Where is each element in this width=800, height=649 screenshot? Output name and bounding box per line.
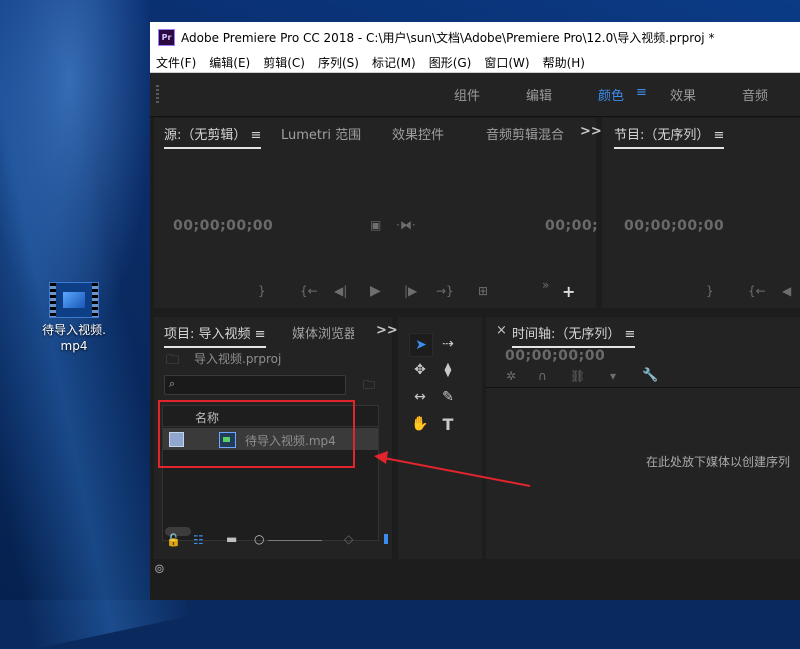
type-tool-icon[interactable]: T bbox=[437, 413, 459, 435]
status-bar: ⊚ bbox=[150, 559, 800, 600]
menu-bar: 文件(F) 编辑(E) 剪辑(C) 序列(S) 标记(M) 图形(G) 窗口(W… bbox=[150, 52, 800, 73]
timeline-panel: × 时间轴:（无序列） ≡ 00;00;00;00 ✲ ∩ ⛓ ▾ 🔧 在此处放… bbox=[486, 317, 800, 559]
export-frame-icon[interactable]: ⊞ bbox=[478, 284, 488, 298]
workspace-audio[interactable]: 音频 bbox=[742, 85, 768, 104]
tab-effect-controls[interactable]: 效果控件 bbox=[392, 124, 444, 143]
project-search-input[interactable]: ⌕ bbox=[164, 375, 346, 395]
tab-timeline[interactable]: 时间轴:（无序列） ≡ bbox=[512, 323, 636, 348]
mark-out-icon[interactable]: } bbox=[258, 284, 266, 298]
tab-source[interactable]: 源:（无剪辑） ≡ bbox=[164, 124, 262, 149]
timeline-timecode[interactable]: 00;00;00;00 bbox=[505, 348, 605, 364]
razor-tool-icon[interactable]: ⧫ bbox=[437, 359, 459, 381]
zoom-slider-icon[interactable]: ○ bbox=[254, 532, 264, 546]
lock-icon[interactable]: 🔓 bbox=[166, 533, 181, 547]
linked-selection-icon[interactable]: ⛓ bbox=[570, 369, 585, 383]
premiere-window: Pr Adobe Premiere Pro CC 2018 - C:\用户\su… bbox=[150, 22, 800, 600]
menu-marker[interactable]: 标记(M) bbox=[372, 54, 416, 71]
workspace-editing[interactable]: 编辑 bbox=[526, 85, 552, 104]
video-file-icon bbox=[49, 282, 99, 318]
search-icon: ⌕ bbox=[169, 377, 176, 390]
more-controls-icon[interactable]: » bbox=[542, 278, 549, 292]
program-monitor-panel: 节目:（无序列） ≡ 00;00;00;00 } {← ◀ bbox=[602, 118, 800, 308]
tab-program[interactable]: 节目:（无序列） ≡ bbox=[614, 124, 725, 149]
timeline-divider bbox=[486, 387, 800, 388]
new-bin-from-search-icon[interactable]: 🗀 bbox=[363, 376, 375, 397]
workspace-bar: 组件 编辑 颜色 ≡ 效果 音频 bbox=[150, 73, 800, 117]
go-to-out-icon[interactable]: →} bbox=[436, 284, 454, 298]
sort-icon[interactable]: ◇ bbox=[344, 532, 353, 546]
program-mark-out-icon[interactable]: } bbox=[706, 284, 714, 298]
program-timecode[interactable]: 00;00;00;00 bbox=[624, 218, 724, 234]
timeline-close-icon[interactable]: × bbox=[496, 323, 507, 338]
timeline-drop-hint: 在此处放下媒体以创建序列 bbox=[646, 455, 791, 469]
project-overflow-icon[interactable]: >> bbox=[376, 323, 398, 338]
source-insert-icon[interactable]: ▣ bbox=[370, 218, 381, 232]
title-bar: Pr Adobe Premiere Pro CC 2018 - C:\用户\su… bbox=[150, 22, 800, 52]
add-marker-icon[interactable]: ▾ bbox=[610, 369, 616, 383]
go-to-in-icon[interactable]: {← bbox=[300, 284, 318, 298]
project-file-icon: 🗀 bbox=[166, 353, 180, 368]
source-duration-timecode: 00;00; bbox=[545, 218, 599, 234]
timeline-settings-wrench-icon[interactable]: 🔧 bbox=[642, 368, 658, 383]
menu-file[interactable]: 文件(F) bbox=[156, 54, 196, 71]
tab-media-browser[interactable]: 媒体浏览器 bbox=[292, 323, 354, 342]
list-view-icon[interactable]: ☷ bbox=[193, 533, 204, 547]
ripple-edit-tool-icon[interactable]: ✥ bbox=[409, 359, 431, 381]
desktop-video-file[interactable]: 待导入视频. mp4 bbox=[36, 282, 112, 354]
panel-overflow-icon[interactable]: >> bbox=[580, 124, 602, 139]
premiere-logo-icon: Pr bbox=[158, 28, 175, 46]
workspace-color[interactable]: 颜色 bbox=[598, 85, 624, 104]
window-title: Adobe Premiere Pro CC 2018 - C:\用户\sun\文… bbox=[181, 30, 715, 45]
workspace-effects[interactable]: 效果 bbox=[670, 85, 696, 104]
menu-edit[interactable]: 编辑(E) bbox=[209, 54, 250, 71]
program-go-to-in-icon[interactable]: {← bbox=[748, 284, 766, 298]
program-step-back-icon[interactable]: ◀ bbox=[782, 284, 791, 298]
tab-project[interactable]: 项目: 导入视频 ≡ bbox=[164, 323, 266, 348]
menu-clip[interactable]: 剪辑(C) bbox=[263, 54, 305, 71]
track-select-tool-icon[interactable]: ⇢ bbox=[437, 333, 459, 355]
step-forward-icon[interactable]: |▶ bbox=[404, 284, 417, 298]
annotation-arrow bbox=[374, 451, 531, 487]
desktop-file-label-line1: 待导入视频. bbox=[42, 323, 106, 337]
source-audio-icon[interactable]: ⋅⧓⋅ bbox=[396, 218, 416, 232]
workspace-menu-icon[interactable]: ≡ bbox=[636, 85, 647, 100]
tab-lumetri-scopes[interactable]: Lumetri 范围 bbox=[281, 124, 361, 143]
panel-resize-handle[interactable] bbox=[384, 534, 388, 544]
button-editor-add-icon[interactable]: + bbox=[562, 282, 575, 301]
snap-icon[interactable]: ∩ bbox=[538, 369, 547, 383]
slip-tool-icon[interactable]: ↔ bbox=[409, 386, 431, 408]
icon-view-icon[interactable]: ▬ bbox=[226, 532, 237, 546]
tab-audio-clip-mixer[interactable]: 音频剪辑混合 bbox=[486, 124, 564, 143]
menu-graphics[interactable]: 图形(G) bbox=[429, 54, 472, 71]
menu-help[interactable]: 帮助(H) bbox=[543, 54, 585, 71]
desktop-file-label-line2: mp4 bbox=[60, 339, 88, 353]
play-icon[interactable]: ▶ bbox=[370, 283, 381, 299]
highlight-box bbox=[158, 400, 355, 468]
workspace-assembly[interactable]: 组件 bbox=[454, 85, 480, 104]
desktop-file-label: 待导入视频. mp4 bbox=[36, 322, 112, 354]
project-file-name: 导入视频.prproj bbox=[194, 352, 282, 366]
source-timecode[interactable]: 00;00;00;00 bbox=[173, 218, 273, 234]
menu-window[interactable]: 窗口(W) bbox=[484, 54, 529, 71]
zoom-slider-track[interactable] bbox=[268, 540, 322, 541]
pen-tool-icon[interactable]: ✎ bbox=[437, 386, 459, 408]
nest-icon[interactable]: ✲ bbox=[506, 369, 516, 383]
menu-sequence[interactable]: 序列(S) bbox=[318, 54, 359, 71]
hand-tool-icon[interactable]: ✋ bbox=[409, 413, 431, 435]
selection-tool-icon[interactable]: ➤ bbox=[409, 333, 433, 357]
tools-panel: ➤ ⇢ ✥ ⧫ ↔ ✎ ✋ T bbox=[398, 317, 482, 559]
source-monitor-panel: 源:（无剪辑） ≡ Lumetri 范围 效果控件 音频剪辑混合 >> 00;0… bbox=[154, 118, 602, 308]
creative-cloud-icon[interactable]: ⊚ bbox=[154, 562, 165, 577]
workspace-grip-icon[interactable] bbox=[156, 85, 159, 103]
step-back-icon[interactable]: ◀| bbox=[334, 284, 347, 298]
